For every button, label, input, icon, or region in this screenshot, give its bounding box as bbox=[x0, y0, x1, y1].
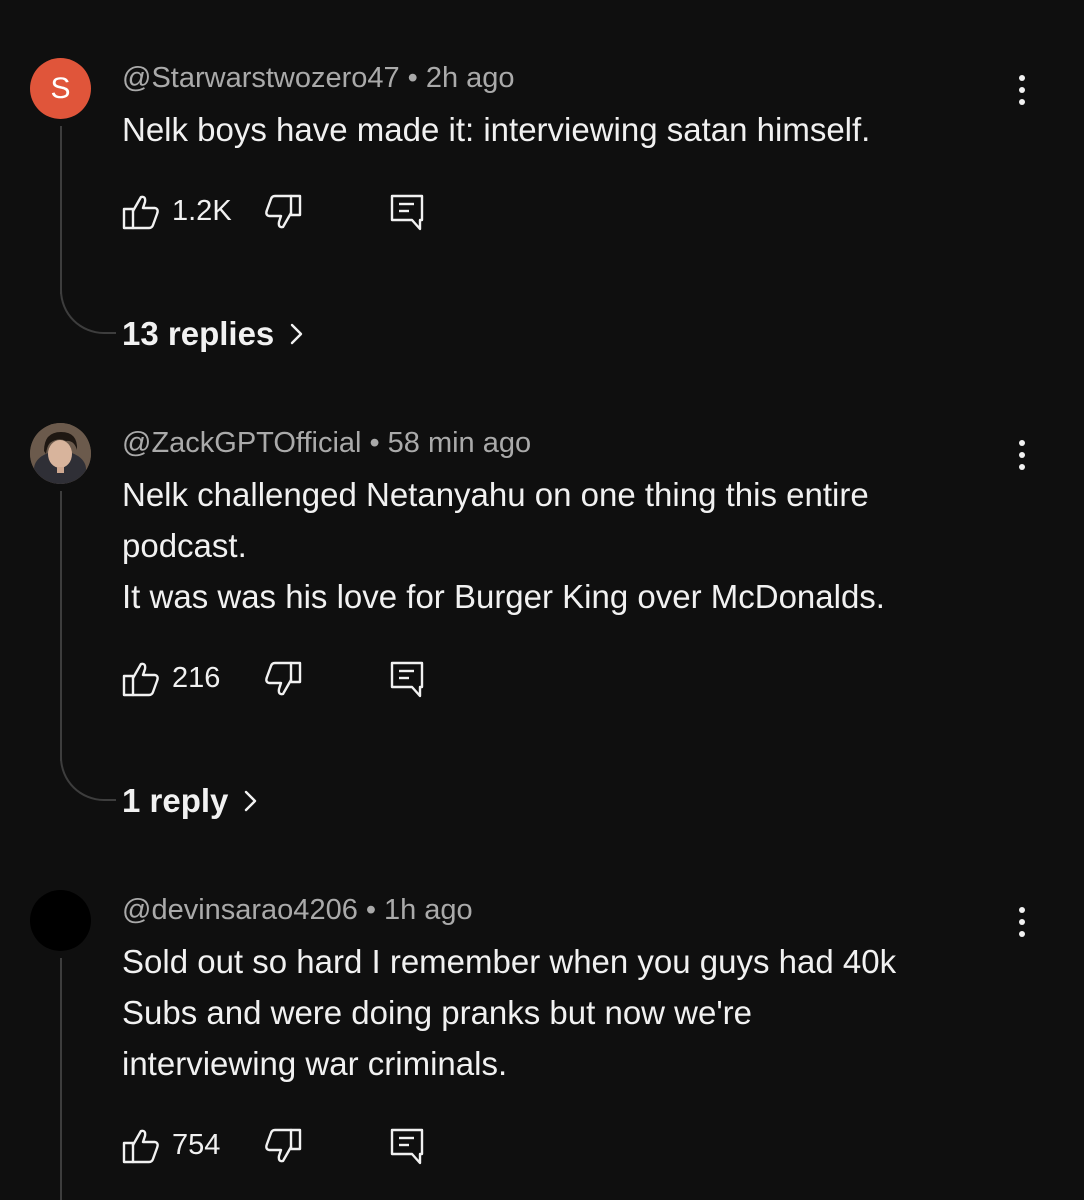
like-count: 216 bbox=[172, 662, 221, 694]
user-photo-avatar bbox=[30, 423, 91, 484]
reply-button[interactable] bbox=[388, 659, 426, 699]
comment-line: Sold out so hard I remember when you guy… bbox=[122, 943, 897, 980]
comment-item: S @Starwarstwozero47 • 2h ago Nelk boys ha… bbox=[0, 58, 1084, 378]
thread-line bbox=[60, 491, 62, 761]
thread-connector bbox=[60, 751, 116, 801]
comment-item: @ZackGPTOfficial • 58 min ago Nelk challen… bbox=[0, 423, 1084, 843]
thread-line bbox=[60, 126, 62, 294]
thumb-down-icon bbox=[265, 661, 302, 696]
separator: • bbox=[407, 62, 418, 94]
like-button[interactable] bbox=[122, 659, 160, 699]
view-replies-button[interactable]: 1 reply bbox=[122, 781, 258, 821]
avatar[interactable]: S bbox=[30, 58, 91, 119]
like-count: 1.2K bbox=[172, 195, 232, 227]
more-options-button[interactable] bbox=[1010, 437, 1034, 473]
comment-line: Nelk challenged Netanyahu on one thing t… bbox=[122, 476, 869, 513]
dislike-button[interactable] bbox=[264, 192, 302, 232]
separator: • bbox=[369, 427, 380, 459]
comment-header: @Starwarstwozero47 • 2h ago bbox=[122, 60, 515, 96]
replies-count-label: 13 replies bbox=[122, 315, 275, 352]
timestamp[interactable]: 58 min ago bbox=[388, 427, 532, 459]
more-vertical-icon bbox=[1019, 75, 1025, 105]
comment-text: Nelk challenged Netanyahu on one thing t… bbox=[122, 469, 885, 622]
more-options-button[interactable] bbox=[1010, 904, 1034, 940]
comment-text: Nelk boys have made it: interviewing sat… bbox=[122, 104, 870, 155]
avatar[interactable] bbox=[30, 890, 91, 951]
dislike-button[interactable] bbox=[264, 1126, 302, 1166]
timestamp[interactable]: 1h ago bbox=[384, 894, 473, 926]
comment-item: @devinsarao4206 • 1h ago Sold out so hard … bbox=[0, 890, 1084, 1200]
comment-line: podcast. bbox=[122, 527, 247, 564]
comment-text: Sold out so hard I remember when you guy… bbox=[122, 936, 896, 1089]
replies-count-label: 1 reply bbox=[122, 782, 229, 819]
like-button[interactable] bbox=[122, 192, 160, 232]
author-handle[interactable]: @ZackGPTOfficial bbox=[122, 427, 361, 459]
separator: • bbox=[365, 894, 376, 926]
more-options-button[interactable] bbox=[1010, 72, 1034, 108]
comment-line: interviewing war criminals. bbox=[122, 1045, 508, 1082]
reply-button[interactable] bbox=[388, 192, 426, 232]
chevron-right-icon bbox=[245, 790, 257, 812]
reply-button[interactable] bbox=[388, 1126, 426, 1166]
view-replies-button[interactable]: 13 replies bbox=[122, 314, 304, 354]
timestamp[interactable]: 2h ago bbox=[426, 62, 515, 94]
like-count: 754 bbox=[172, 1129, 221, 1161]
comment-actions: 1.2K bbox=[122, 192, 442, 232]
avatar-letter: S bbox=[50, 71, 71, 105]
author-handle[interactable]: @Starwarstwozero47 bbox=[122, 62, 400, 94]
thumb-up-icon bbox=[122, 1129, 159, 1164]
dislike-button[interactable] bbox=[264, 659, 302, 699]
comment-actions: 216 bbox=[122, 659, 442, 699]
thumb-down-icon bbox=[265, 194, 302, 229]
comment-actions: 754 bbox=[122, 1126, 442, 1166]
thumb-down-icon bbox=[265, 1128, 302, 1163]
comment-line: Subs and were doing pranks but now we're bbox=[122, 994, 753, 1031]
comment-reply-icon bbox=[390, 661, 424, 698]
comment-line: It was was his love for Burger King over… bbox=[122, 578, 885, 615]
avatar[interactable] bbox=[30, 423, 91, 484]
thumb-up-icon bbox=[122, 662, 159, 697]
like-button[interactable] bbox=[122, 1126, 160, 1166]
comment-line: Nelk boys have made it: interviewing sat… bbox=[122, 111, 871, 148]
author-handle[interactable]: @devinsarao4206 bbox=[122, 894, 358, 926]
more-vertical-icon bbox=[1019, 440, 1025, 470]
chevron-right-icon bbox=[291, 323, 303, 345]
thread-connector bbox=[60, 284, 116, 334]
comment-reply-icon bbox=[390, 1128, 424, 1165]
comment-header: @devinsarao4206 • 1h ago bbox=[122, 892, 473, 928]
comment-header: @ZackGPTOfficial • 58 min ago bbox=[122, 425, 531, 461]
comment-reply-icon bbox=[390, 194, 424, 231]
thread-line bbox=[60, 958, 62, 1200]
thumb-up-icon bbox=[122, 195, 159, 230]
more-vertical-icon bbox=[1019, 907, 1025, 937]
